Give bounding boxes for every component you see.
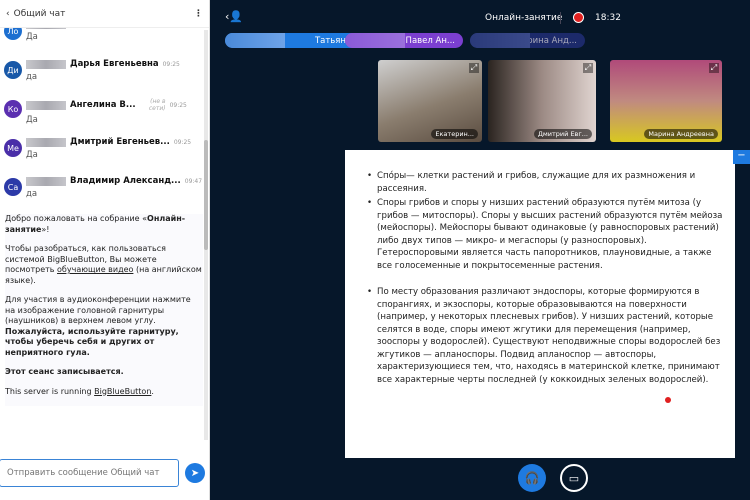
chat-scrollbar[interactable]	[204, 30, 208, 440]
video-tile[interactable]: ⤢ Екатерин...	[378, 60, 482, 142]
message-text: да	[26, 189, 38, 199]
sender-name: Дмитрий Евгеньев...	[70, 137, 170, 147]
message-time: 09:25	[173, 138, 192, 146]
bigbluebutton-link[interactable]: BigBlueButton	[94, 387, 151, 396]
fullscreen-icon[interactable]: ⤢	[469, 63, 479, 73]
chat-message: Ме Дмитрий Евгеньев... 09:25 Да	[0, 137, 204, 171]
talking-indicator[interactable]: Павел Ан...	[345, 33, 463, 48]
welcome-text: Для участия в аудиоконференции нажмите н…	[5, 295, 191, 325]
headphones-icon: 🎧	[524, 471, 540, 485]
avatar: Ди	[4, 61, 22, 79]
blurred-name	[26, 59, 66, 69]
chat-input-row: ➤	[0, 458, 210, 488]
send-icon: ➤	[190, 467, 200, 479]
offline-status: (не в сети)	[148, 98, 166, 112]
back-chevron-icon[interactable]: ‹	[6, 9, 10, 19]
welcome-warning: Пожалуйста, используйте гарнитуру, чтобы…	[5, 326, 179, 357]
fullscreen-icon[interactable]: ⤢	[583, 63, 593, 73]
camera-off-icon: ▭	[568, 472, 580, 485]
share-webcam-button[interactable]: ▭	[560, 464, 588, 492]
blurred-name	[26, 28, 66, 29]
avatar: Ко	[4, 100, 22, 118]
slide-bullet: Спо́ры— клетки растений и грибов, служащ…	[367, 170, 727, 195]
chat-message: Ко Ангелина В... (не в сети) 09:25 Да	[0, 98, 204, 132]
slide-bullet: Споры грибов и споры у низших растений о…	[367, 197, 727, 272]
server-text: This server is running	[5, 386, 95, 396]
toggle-userlist-icon[interactable]: ‹👤	[225, 10, 243, 23]
welcome-text: Добро пожаловать на собрание «	[5, 214, 148, 223]
blurred-name	[26, 100, 66, 110]
chat-title: Общий чат	[13, 8, 66, 19]
message-time: 09:25	[162, 60, 180, 68]
video-tile[interactable]: ⤢ Дмитрий Евг...	[488, 60, 596, 142]
meeting-header: ‹👤 Онлайн-занятие 18:32	[215, 0, 750, 30]
tutorial-video-link[interactable]: обучающие видео	[57, 265, 133, 274]
action-bar: 🎧 ▭	[215, 458, 750, 500]
chat-header: ‹ Общий чат ⋮	[0, 0, 209, 28]
blurred-name	[26, 176, 66, 186]
talker-name: Павел Ан...	[405, 35, 455, 46]
presentation-slide: Спо́ры— клетки растений и грибов, служащ…	[345, 150, 735, 458]
sender-name: Дарья Евгеньевна	[70, 59, 159, 69]
message-text: Да	[26, 32, 38, 42]
chat-message: Ди Дарья Евгеньевна 09:25 да	[0, 59, 204, 93]
blurred-name	[26, 137, 66, 147]
chat-panel: ‹ Общий чат ⋮ Ло Да Ди Дарья Евгеньевна 09…	[0, 0, 210, 500]
avatar: Ло	[4, 28, 22, 40]
server-text: .	[151, 386, 154, 396]
chat-message-input[interactable]	[0, 459, 179, 487]
chat-message: Са Владимир Александ... 09:47 да	[0, 176, 204, 210]
message-time: 09:47	[184, 177, 203, 185]
chat-message: Ло Да	[0, 28, 204, 54]
message-text: Да	[26, 150, 38, 160]
video-user-name: Екатерин...	[431, 129, 478, 139]
minimize-presentation-button[interactable]: −	[733, 150, 750, 164]
recording-time: 18:32	[595, 13, 621, 23]
talking-indicator[interactable]: Марина Анд...	[470, 33, 585, 48]
welcome-text: »!	[41, 224, 50, 234]
sender-name: Владимир Александ...	[70, 176, 181, 186]
video-user-name: Дмитрий Евг...	[533, 129, 592, 139]
video-user-name: Марина Андреевна	[644, 129, 718, 139]
message-text: да	[26, 72, 38, 82]
recording-notice: Этот сеанс записывается.	[5, 367, 124, 376]
slide-bullet: По месту образования различают эндоспоры…	[367, 286, 727, 386]
audio-button[interactable]: 🎧	[518, 464, 546, 492]
more-options-icon[interactable]: ⋮	[194, 9, 203, 19]
recording-indicator-icon[interactable]	[573, 12, 584, 23]
avatar: Ме	[4, 139, 22, 157]
message-text: Да	[26, 115, 38, 125]
welcome-message: Добро пожаловать на собрание «Онлайн-зан…	[5, 214, 203, 406]
presenter-pointer	[665, 397, 671, 403]
avatar: Са	[4, 178, 22, 196]
send-button[interactable]: ➤	[185, 463, 205, 483]
fullscreen-icon[interactable]: ⤢	[709, 63, 719, 73]
meeting-title: Онлайн-занятие	[485, 13, 563, 23]
sender-name: Ангелина В...	[70, 100, 136, 110]
divider	[560, 12, 561, 24]
message-time: 09:25	[169, 101, 187, 109]
video-tile[interactable]: ⤢ Марина Андреевна	[610, 60, 722, 142]
